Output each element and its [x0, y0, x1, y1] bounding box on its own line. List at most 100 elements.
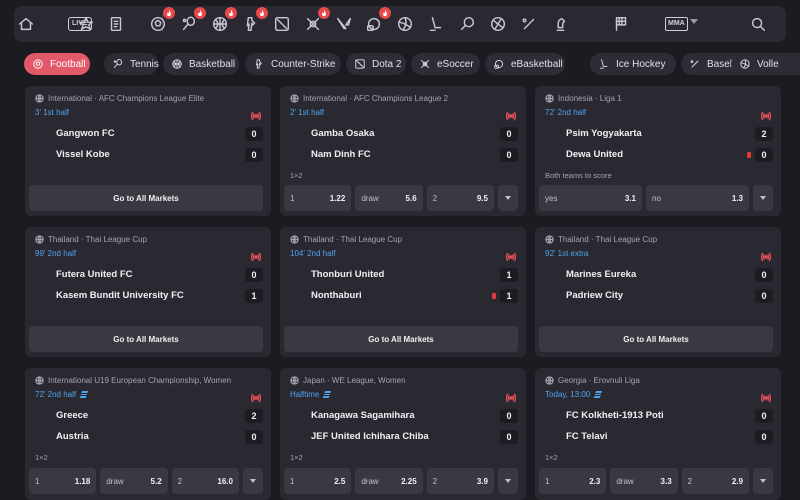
team-score: 0	[245, 268, 263, 282]
handball-icon[interactable]	[488, 14, 508, 34]
chip-basketball[interactable]: Basketball	[163, 53, 239, 75]
valorant-icon[interactable]	[334, 14, 354, 34]
live-broadcast-icon	[250, 249, 262, 262]
team-score: 0	[755, 289, 773, 303]
odd-value: 1.18	[74, 476, 91, 486]
search-icon[interactable]	[748, 14, 768, 34]
basketball-icon[interactable]	[210, 7, 237, 34]
more-markets-button[interactable]	[498, 468, 518, 494]
odd-button[interactable]: 2 16.0	[171, 468, 239, 494]
chevron-down-icon	[760, 479, 766, 483]
more-markets-button[interactable]	[753, 185, 773, 211]
odd-value: 2.5	[334, 476, 346, 486]
odd-button[interactable]: no 1.3	[646, 185, 749, 211]
baseball-icon[interactable]	[519, 14, 539, 34]
red-card-icon	[747, 152, 751, 158]
mma-button[interactable]: MMA	[665, 17, 688, 31]
more-markets-button[interactable]	[243, 468, 263, 494]
home-icon[interactable]	[16, 14, 36, 34]
odd-label: draw	[616, 476, 634, 486]
team-score: 2	[245, 409, 263, 423]
chip-ebasketball[interactable]: eBasketball	[485, 53, 565, 75]
odd-button[interactable]: draw 5.6	[355, 185, 423, 211]
betslip-icon[interactable]	[106, 14, 126, 34]
racing-flag-icon[interactable]	[611, 14, 631, 34]
globe-icon	[545, 235, 554, 244]
esoccer-icon[interactable]	[303, 7, 330, 34]
team-score: 1	[245, 289, 263, 303]
chip-tennis[interactable]: Tennis	[104, 53, 159, 75]
odd-value: 16.0	[217, 476, 233, 486]
chip-dota-2[interactable]: Dota 2	[346, 53, 406, 75]
odd-button[interactable]: 1 1.18	[29, 468, 97, 494]
volleyball-icon[interactable]	[395, 14, 415, 34]
globe-icon	[35, 235, 44, 244]
tennis-icon[interactable]	[179, 7, 206, 34]
odd-label: draw	[106, 476, 124, 486]
match-card[interactable]: Thailand · Thai League Cup 104' 2nd half T…	[280, 227, 526, 357]
team-score: 2	[755, 127, 773, 141]
chip-esoccer[interactable]: eSoccer	[411, 53, 480, 75]
globe-icon	[35, 94, 44, 103]
volleyball-icon	[739, 58, 751, 70]
globe-icon	[35, 376, 44, 385]
all-markets-button[interactable]: Go to All Markets	[29, 326, 263, 352]
odd-button[interactable]: 1 2.5	[284, 468, 352, 494]
chip-label: Tennis	[130, 58, 159, 70]
team-name: FC Kolkheti-1913 Poti	[566, 410, 664, 421]
all-markets-button[interactable]: Go to All Markets	[284, 326, 518, 352]
odd-button[interactable]: 2 9.5	[426, 185, 494, 211]
odd-label: 1	[545, 476, 550, 486]
chevron-down-icon	[505, 196, 511, 200]
football-icon[interactable]	[148, 7, 175, 34]
dota2-icon[interactable]	[272, 14, 292, 34]
league-name: Japan · WE League, Women	[290, 376, 516, 385]
chess-icon[interactable]	[550, 14, 570, 34]
match-card[interactable]: Thailand · Thai League Cup 92' 1st extra M…	[535, 227, 781, 357]
hockey-icon[interactable]	[426, 14, 446, 34]
odd-button[interactable]: draw 2.25	[355, 468, 423, 494]
odd-button[interactable]: 2 2.9	[681, 468, 749, 494]
live-broadcast-icon	[505, 390, 517, 403]
match-card[interactable]: Japan · WE League, Women Halftime Kanagawa…	[280, 368, 526, 500]
star-icon[interactable]	[76, 14, 96, 34]
team-score: 0	[245, 430, 263, 444]
all-markets-button[interactable]: Go to All Markets	[539, 326, 773, 352]
chip-football[interactable]: Football	[24, 53, 90, 75]
league-name: Georgia · Erovnuli Liga	[545, 376, 771, 385]
match-card[interactable]: Indonesia · Liga 1 72' 2nd half Psim Yogya…	[535, 86, 781, 216]
globe-icon	[545, 94, 554, 103]
odd-button[interactable]: 1 1.22	[284, 185, 352, 211]
match-card[interactable]: Georgia · Erovnuli Liga Today, 13:00 FC Ko…	[535, 368, 781, 500]
match-time: 92' 1st extra	[545, 249, 589, 258]
match-card[interactable]: International U19 European Championship,…	[25, 368, 271, 500]
more-markets-button[interactable]	[753, 468, 773, 494]
stats-icon	[323, 391, 332, 398]
odd-button[interactable]: draw 3.3	[610, 468, 678, 494]
team-name: Thonburi United	[311, 269, 385, 280]
odd-button[interactable]: yes 3.1	[539, 185, 642, 211]
match-time: Halftime	[290, 390, 332, 399]
more-markets-button[interactable]	[498, 185, 518, 211]
chevron-down-icon[interactable]	[690, 19, 698, 24]
stats-icon	[594, 391, 603, 398]
fire-icon	[225, 7, 237, 19]
odd-button[interactable]: 1 2.3	[539, 468, 607, 494]
match-card[interactable]: International · AFC Champions League Eli…	[25, 86, 271, 216]
team-name: Greece	[56, 410, 89, 421]
match-card[interactable]: International · AFC Champions League 2 2'…	[280, 86, 526, 216]
odd-button[interactable]: draw 5.2	[100, 468, 168, 494]
team-name: FC Telavi	[566, 431, 608, 442]
chip-ice-hockey[interactable]: Ice Hockey	[590, 53, 676, 75]
chip-volle[interactable]: Volle	[731, 53, 800, 75]
fire-icon	[379, 7, 391, 19]
odd-button[interactable]: 2 3.9	[426, 468, 494, 494]
match-card[interactable]: Thailand · Thai League Cup 99' 2nd half Fu…	[25, 227, 271, 357]
table-tennis-icon[interactable]	[457, 14, 477, 34]
all-markets-button[interactable]: Go to All Markets	[29, 185, 263, 211]
chip-counter-strike[interactable]: Counter-Strike	[245, 53, 341, 75]
ebasketball-icon[interactable]	[364, 7, 391, 34]
counter-strike-icon[interactable]	[241, 7, 268, 34]
globe-icon	[290, 235, 299, 244]
team-score: 0	[755, 268, 773, 282]
